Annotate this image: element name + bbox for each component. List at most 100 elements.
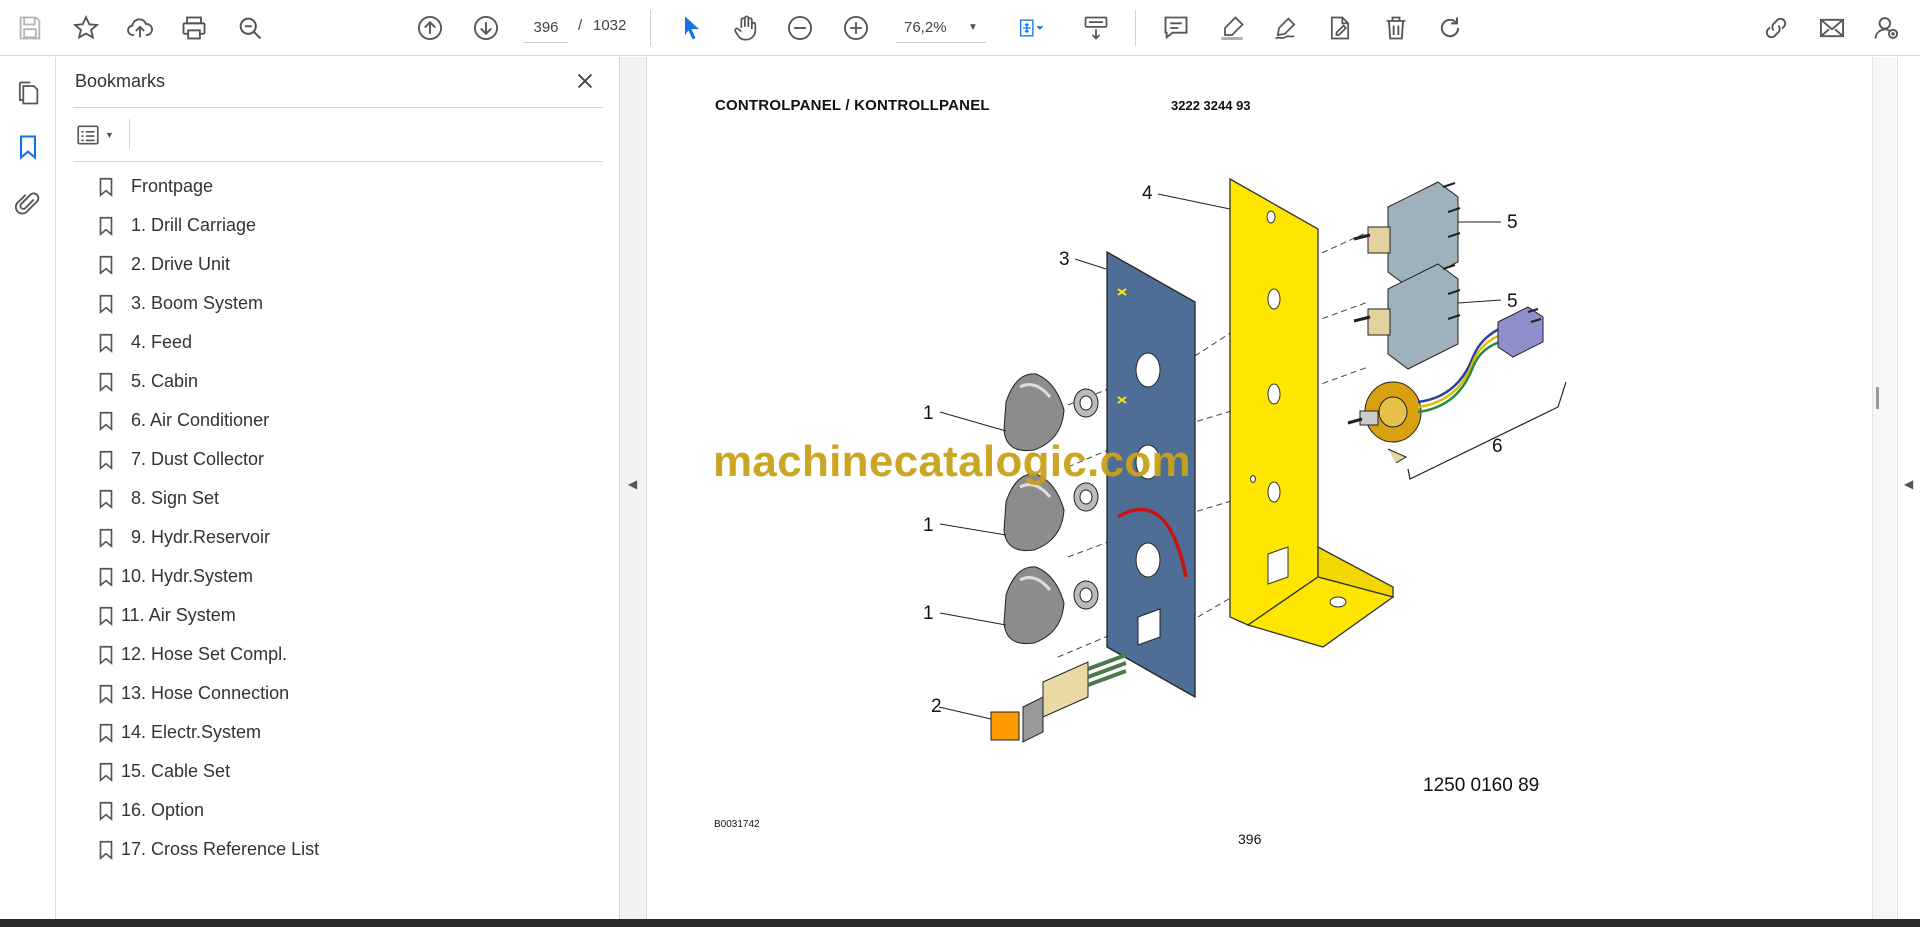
bookmark-item[interactable]: Frontpage	[93, 167, 603, 206]
bookmark-label: 5. Cabin	[131, 371, 199, 391]
bookmark-item[interactable]: 11. Air System	[93, 596, 603, 635]
callout-2: 2	[931, 696, 942, 717]
bookmark-item[interactable]: 16. Option	[93, 791, 603, 830]
search-zoom-icon[interactable]	[230, 8, 270, 48]
pages-icon[interactable]	[10, 75, 46, 111]
upload-icon[interactable]	[120, 8, 160, 48]
callout-3: 3	[1059, 249, 1070, 270]
bookmark-item[interactable]: 2. Drive Unit	[93, 245, 603, 284]
callout-5-bottom: 5	[1507, 291, 1518, 312]
bookmark-label: 10. Hydr.System	[121, 566, 254, 586]
exploded-parts-diagram: 4 3 5 5 1 1 1 6 2	[923, 177, 1567, 743]
drawing-number: 1250 0160 89	[1423, 775, 1540, 796]
bookmark-label: 16. Option	[121, 800, 205, 820]
chevron-down-icon: ▼	[968, 22, 978, 33]
zoom-in-icon[interactable]	[836, 8, 876, 48]
figure-reference: B0031742	[714, 819, 760, 830]
arrow-down-icon[interactable]	[466, 8, 506, 48]
close-icon[interactable]	[569, 65, 601, 97]
callout-1-top: 1	[923, 403, 934, 424]
bookmark-item[interactable]: 5. Cabin	[93, 362, 603, 401]
toolbar-divider	[1135, 10, 1136, 46]
redo-icon[interactable]	[1430, 8, 1470, 48]
zoom-dropdown[interactable]: 76,2% ▼	[896, 13, 986, 43]
bookmark-icon[interactable]	[10, 129, 46, 165]
arrow-up-icon[interactable]	[410, 8, 450, 48]
bookmark-label: 11. Air System	[121, 605, 236, 625]
bookmark-item[interactable]: 14. Electr.System	[93, 713, 603, 752]
account-icon[interactable]	[1866, 8, 1906, 48]
hand-icon[interactable]	[726, 8, 766, 48]
bookmarks-panel: Bookmarks ▼ Frontpage 1. Drill Carriage 2.…	[57, 57, 619, 919]
save-icon[interactable]	[10, 8, 50, 48]
select-cursor-icon[interactable]	[672, 8, 712, 48]
bookmark-icon	[93, 408, 119, 434]
scroll-mode-icon[interactable]	[1076, 8, 1116, 48]
bookmark-item[interactable]: 8. Sign Set	[93, 479, 603, 518]
bookmark-item[interactable]: 4. Feed	[93, 323, 603, 362]
highlight-icon[interactable]	[1212, 8, 1252, 48]
bookmark-icon	[93, 213, 119, 239]
bookmark-item[interactable]: 7. Dust Collector	[93, 440, 603, 479]
bookmark-label: 1. Drill Carriage	[131, 215, 257, 235]
attachment-icon[interactable]	[10, 185, 46, 221]
delete-icon[interactable]	[1376, 8, 1416, 48]
vertical-scrollbar[interactable]	[1872, 57, 1896, 919]
bookmark-icon	[93, 642, 119, 668]
bookmark-icon	[93, 681, 119, 707]
callout-1-middle: 1	[923, 515, 934, 536]
bookmark-icon	[93, 720, 119, 746]
bookmark-label: 13. Hose Connection	[121, 683, 290, 703]
bookmark-item[interactable]: 6. Air Conditioner	[93, 401, 603, 440]
callout-4: 4	[1142, 183, 1153, 204]
bookmark-label: 4. Feed	[131, 332, 193, 352]
bookmark-item[interactable]: 9. Hydr.Reservoir	[93, 518, 603, 557]
push-button-switch	[990, 653, 1127, 743]
taskbar-strip	[0, 919, 1920, 927]
scrollbar-thumb[interactable]	[1876, 387, 1879, 409]
top-toolbar: / 1032 76,2% ▼	[0, 0, 1920, 56]
bookmark-icon	[93, 330, 119, 356]
bookmark-list: Frontpage 1. Drill Carriage 2. Drive Unit 3…	[93, 167, 603, 869]
callout-1-bottom: 1	[923, 603, 934, 624]
expand-right-icon[interactable]: ◀	[1904, 477, 1913, 491]
bookmark-icon	[93, 759, 119, 785]
bookmark-label: 2. Drive Unit	[131, 254, 231, 274]
bookmark-item[interactable]: 1. Drill Carriage	[93, 206, 603, 245]
email-icon[interactable]	[1812, 8, 1852, 48]
toolbar-divider	[650, 10, 651, 46]
fill-sign-icon[interactable]	[1320, 8, 1360, 48]
bookmark-label: 7. Dust Collector	[131, 449, 265, 469]
chevron-down-icon: ▼	[105, 130, 114, 140]
page-number-input[interactable]	[524, 13, 568, 43]
bookmark-icon	[93, 603, 119, 629]
bookmark-item[interactable]: 15. Cable Set	[93, 752, 603, 791]
comment-icon[interactable]	[1156, 8, 1196, 48]
pdf-viewer-window: / 1032 76,2% ▼	[0, 0, 1920, 927]
zoom-out-icon[interactable]	[780, 8, 820, 48]
collapse-left-icon[interactable]: ◀	[628, 477, 637, 491]
bookmark-item[interactable]: 12. Hose Set Compl.	[93, 635, 603, 674]
panel-divider	[73, 107, 603, 108]
document-viewport: CONTROLPANEL / KONTROLLPANEL 3222 3244 9…	[648, 57, 1872, 919]
bookmark-icon	[93, 447, 119, 473]
bookmark-options-button[interactable]: ▼	[75, 117, 123, 153]
draw-icon[interactable]	[1266, 8, 1306, 48]
zoom-value: 76,2%	[904, 19, 947, 36]
bookmark-item[interactable]: 13. Hose Connection	[93, 674, 603, 713]
panel-splitter[interactable]: ◀	[619, 57, 647, 919]
panel-divider	[73, 161, 603, 162]
bookmark-label: Frontpage	[131, 176, 214, 196]
bookmark-item[interactable]: 3. Boom System	[93, 284, 603, 323]
bookmark-icon	[93, 486, 119, 512]
print-icon[interactable]	[174, 8, 214, 48]
bookmark-icon	[93, 369, 119, 395]
bookmark-item[interactable]: 17. Cross Reference List	[93, 830, 603, 869]
share-link-icon[interactable]	[1756, 8, 1796, 48]
bookmark-label: 12. Hose Set Compl.	[121, 644, 288, 664]
star-icon[interactable]	[66, 8, 106, 48]
right-panel-toggle[interactable]: ◀	[1897, 57, 1920, 919]
bookmark-icon	[93, 837, 119, 863]
bookmark-item[interactable]: 10. Hydr.System	[93, 557, 603, 596]
fit-page-icon[interactable]	[1006, 8, 1058, 48]
